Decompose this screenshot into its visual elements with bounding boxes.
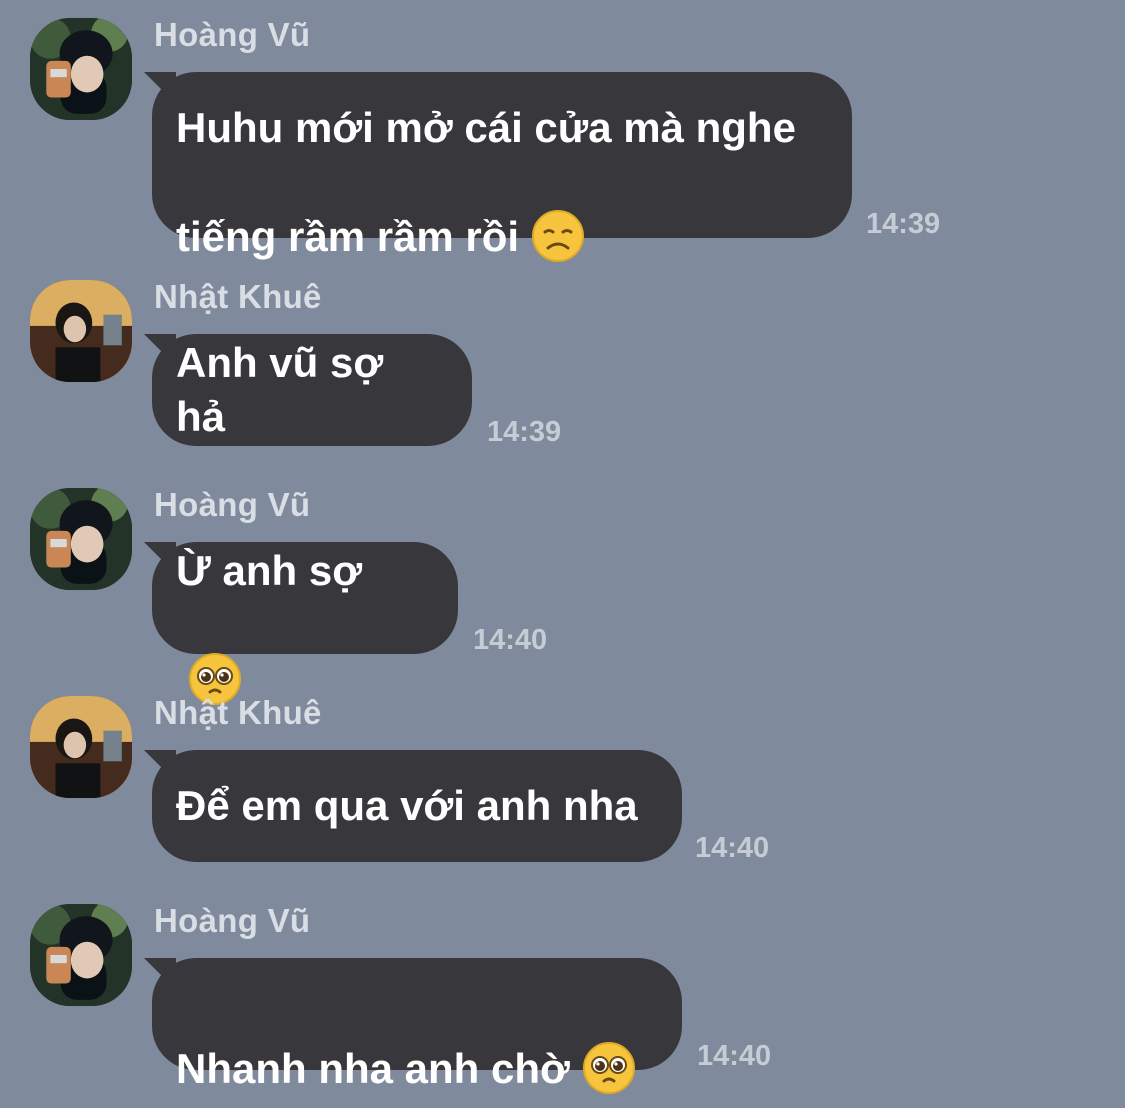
message-bubble[interactable]: Anh vũ sợ hả	[152, 334, 472, 446]
avatar-photo	[30, 488, 132, 590]
message-time: 14:40	[473, 624, 548, 656]
message-bubble[interactable]: Ừ anh sợ	[152, 542, 458, 705]
message-text: Nhanh nha anh chờ	[176, 1044, 570, 1092]
avatar[interactable]	[30, 904, 132, 1006]
pleading-face-emoji	[582, 987, 636, 1094]
message-row: Hoàng Vũ Ừ anh sợ 14:40	[0, 470, 1125, 705]
message-row: Nhật Khuê Anh vũ sợ hả 14:39	[0, 262, 1125, 470]
sender-name: Nhật Khuê	[154, 278, 322, 315]
message-text: Ừ anh sợ	[176, 546, 363, 594]
message-text: Huhu mới mở cái cửa mà nghe tiếng rầm rầ…	[176, 103, 796, 260]
avatar[interactable]	[30, 18, 132, 120]
message-bubble[interactable]: Để em qua với anh nha	[152, 750, 682, 862]
avatar-photo	[30, 904, 132, 1006]
avatar[interactable]	[30, 488, 132, 590]
message-text: Anh vũ sợ hả	[176, 339, 384, 440]
message-time: 14:40	[697, 1040, 772, 1072]
avatar[interactable]	[30, 280, 132, 382]
message-bubble[interactable]: Huhu mới mở cái cửa mà nghe tiếng rầm rầ…	[152, 72, 852, 262]
disappointed-face-emoji	[531, 155, 585, 262]
message-text: Để em qua với anh nha	[176, 782, 638, 829]
message-time: 14:40	[695, 832, 770, 864]
message-row: Hoàng Vũ Nhanh nha anh chờ 14:40	[0, 886, 1125, 1094]
avatar-photo	[30, 696, 132, 798]
avatar[interactable]	[30, 696, 132, 798]
message-row: Hoàng Vũ Huhu mới mở cái cửa mà nghe tiế…	[0, 0, 1125, 262]
message-time: 14:39	[866, 208, 941, 240]
message-time: 14:39	[487, 416, 562, 448]
avatar-photo	[30, 280, 132, 382]
sender-name: Nhật Khuê	[154, 694, 322, 731]
message-row: Nhật Khuê Để em qua với anh nha 14:40	[0, 678, 1125, 886]
avatar-photo	[30, 18, 132, 120]
message-bubble[interactable]: Nhanh nha anh chờ	[152, 958, 682, 1094]
pleading-face-emoji	[188, 598, 242, 705]
chat-thread: Hoàng Vũ Huhu mới mở cái cửa mà nghe tiế…	[0, 0, 1125, 1094]
